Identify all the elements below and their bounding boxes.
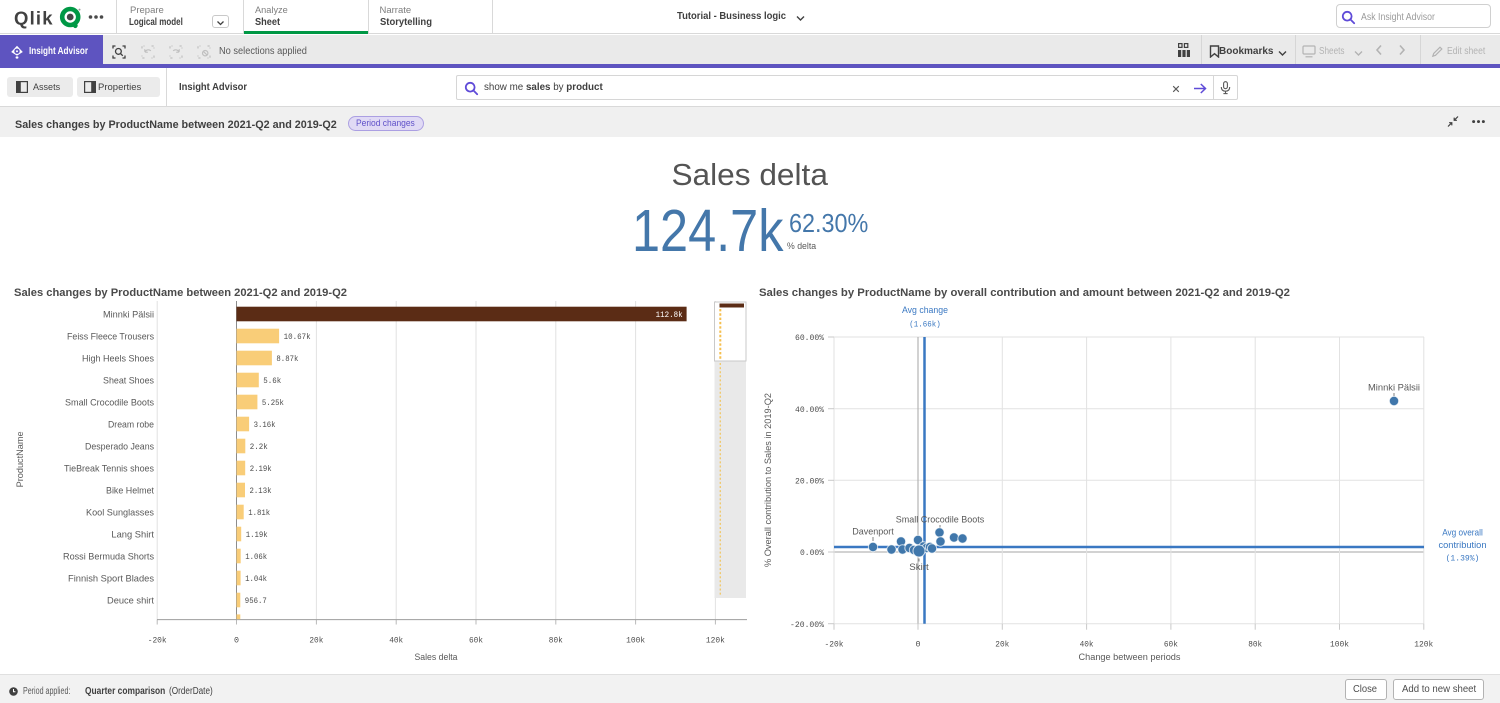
svg-text:Dream robe: Dream robe [108, 419, 154, 430]
svg-text:100k: 100k [1330, 640, 1349, 650]
svg-text:Sales delta: Sales delta [415, 652, 459, 663]
svg-text:Minnki Pälsii: Minnki Pälsii [103, 309, 154, 320]
svg-text:Rossi Bermuda Shorts: Rossi Bermuda Shorts [63, 551, 154, 562]
svg-text:-20k: -20k [148, 636, 167, 646]
svg-text:Desperado Jeans: Desperado Jeans [85, 441, 154, 452]
svg-text:TieBreak Tennis shoes: TieBreak Tennis shoes [64, 463, 154, 474]
svg-text:Sales changes by ProductName b: Sales changes by ProductName by overall … [759, 287, 1290, 299]
svg-text:Deuce shirt: Deuce shirt [107, 595, 154, 606]
svg-text:100k: 100k [626, 636, 645, 646]
svg-text:8.87k: 8.87k [276, 354, 298, 364]
svg-text:2.2k: 2.2k [250, 442, 268, 452]
svg-text:Sheat Shoes: Sheat Shoes [103, 375, 154, 386]
svg-text:Small Crocodile Boots: Small Crocodile Boots [65, 397, 154, 408]
svg-text:0.00%: 0.00% [800, 548, 825, 558]
svg-text:Skirt: Skirt [909, 562, 929, 573]
svg-text:1.19k: 1.19k [246, 530, 268, 540]
svg-text:1.04k: 1.04k [245, 574, 267, 584]
svg-text:5.25k: 5.25k [262, 398, 284, 408]
svg-text:20k: 20k [995, 640, 1009, 650]
svg-text:Minnki Pälsii: Minnki Pälsii [1368, 383, 1420, 394]
svg-text:2.13k: 2.13k [250, 486, 272, 496]
svg-text:Lang Shirt: Lang Shirt [111, 529, 154, 540]
svg-text:Feiss Fleece Trousers: Feiss Fleece Trousers [67, 331, 154, 342]
svg-text:Qlik: Qlik [14, 8, 54, 29]
svg-text:Small Crocodile Boots: Small Crocodile Boots [896, 515, 985, 526]
svg-text:956.7: 956.7 [245, 596, 267, 606]
svg-text:1.06k: 1.06k [245, 552, 267, 562]
svg-text:2.19k: 2.19k [250, 464, 272, 474]
svg-text:112.8k: 112.8k [656, 310, 683, 320]
svg-text:(1.66k): (1.66k) [909, 320, 941, 330]
svg-text:80k: 80k [1248, 640, 1262, 650]
svg-text:0: 0 [916, 640, 921, 650]
svg-text:60k: 60k [469, 636, 483, 646]
svg-text:60.00%: 60.00% [795, 333, 825, 343]
svg-text:40.00%: 40.00% [795, 405, 825, 415]
svg-text:20.00%: 20.00% [795, 477, 825, 487]
svg-text:ProductName: ProductName [15, 431, 26, 487]
svg-text:80k: 80k [549, 636, 563, 646]
svg-text:(1.39%): (1.39%) [1446, 554, 1480, 564]
svg-text:40k: 40k [389, 636, 403, 646]
svg-text:20k: 20k [309, 636, 323, 646]
svg-text:-20.00%: -20.00% [790, 620, 825, 630]
svg-text:40k: 40k [1080, 640, 1094, 650]
svg-text:Kool Sunglasses: Kool Sunglasses [86, 507, 154, 518]
svg-text:10.67k: 10.67k [284, 332, 311, 342]
svg-text:Avg change: Avg change [902, 305, 948, 316]
svg-text:Sales changes by ProductName b: Sales changes by ProductName between 202… [14, 287, 347, 299]
svg-text:3.16k: 3.16k [254, 420, 276, 430]
svg-text:contribution: contribution [1439, 540, 1487, 551]
svg-text:-20k: -20k [825, 640, 844, 650]
svg-text:1.81k: 1.81k [248, 508, 270, 518]
svg-text:Finnish Sport Blades: Finnish Sport Blades [68, 573, 154, 584]
svg-text:% Overall contribution to Sale: % Overall contribution to Sales in 2019-… [763, 393, 774, 567]
svg-text:Davenport: Davenport [852, 527, 894, 538]
svg-text:0: 0 [234, 636, 239, 646]
svg-text:Change between periods: Change between periods [1079, 652, 1181, 663]
svg-text:60k: 60k [1164, 640, 1178, 650]
svg-text:High Heels Shoes: High Heels Shoes [82, 353, 154, 364]
svg-text:5.6k: 5.6k [263, 376, 281, 386]
svg-text:120k: 120k [1414, 640, 1433, 650]
svg-text:120k: 120k [706, 636, 725, 646]
svg-text:Avg overall: Avg overall [1442, 528, 1483, 539]
svg-text:Bike Helmet: Bike Helmet [106, 485, 154, 496]
